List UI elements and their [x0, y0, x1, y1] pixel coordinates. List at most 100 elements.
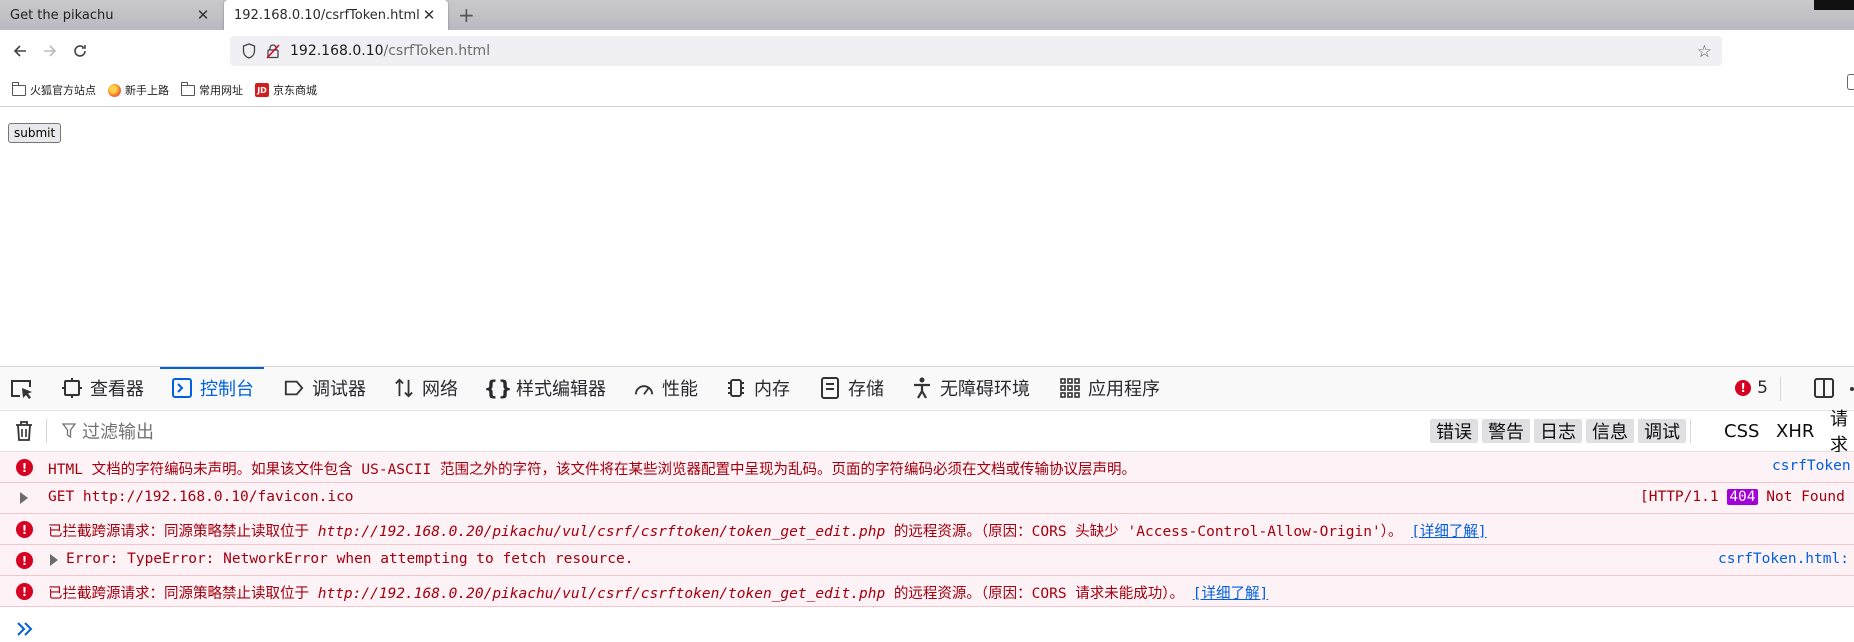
- close-icon[interactable]: ✕: [420, 6, 438, 24]
- error-icon: !: [16, 552, 33, 569]
- navigation-bar: 192.168.0.10/csrfToken.html ☆: [0, 30, 1854, 90]
- tab-title: Get the pikachu: [10, 7, 114, 23]
- extensions-icon[interactable]: [1847, 74, 1854, 90]
- message-url: http://192.168.0.20/pikachu/vul/csrf/csr…: [317, 586, 886, 602]
- tab-label: 控制台: [200, 379, 254, 400]
- filter-icon: [62, 423, 76, 439]
- filter-logs-button[interactable]: 日志: [1534, 419, 1582, 443]
- error-icon: !: [16, 459, 33, 476]
- filter-debug-button[interactable]: 调试: [1638, 419, 1686, 443]
- bookmark-star-icon[interactable]: ☆: [1697, 42, 1712, 62]
- filter-output-input[interactable]: 过滤输出: [62, 419, 154, 443]
- console-message: ! 已拦截跨源请求：同源策略禁止读取位于 http://192.168.0.20…: [0, 514, 1854, 545]
- tab-storage[interactable]: 存储: [820, 367, 884, 409]
- forward-button[interactable]: [36, 37, 64, 65]
- window-controls[interactable]: [1814, 0, 1854, 10]
- message-prefix: 已拦截跨源请求：同源策略禁止读取位于: [48, 524, 318, 540]
- bookmark-item[interactable]: JD 京东商城: [255, 82, 317, 98]
- expand-arrow-icon[interactable]: [20, 492, 28, 504]
- tab-title: 192.168.0.10/csrfToken.html: [234, 7, 420, 23]
- filter-separator: [1690, 419, 1691, 443]
- reload-button[interactable]: [66, 37, 94, 65]
- bookmark-item[interactable]: 火狐官方站点: [12, 81, 96, 98]
- url-path: /csrfToken.html: [383, 43, 491, 59]
- learn-more-link[interactable]: [详细了解]: [1193, 586, 1268, 602]
- filter-xhr-button[interactable]: XHR: [1776, 419, 1814, 443]
- learn-more-link[interactable]: [详细了解]: [1411, 524, 1486, 540]
- expand-arrow-icon[interactable]: [50, 554, 58, 566]
- tab-label: 调试器: [312, 379, 366, 400]
- tab-label: 存储: [848, 379, 884, 400]
- tab-label: 查看器: [90, 379, 144, 400]
- bookmarks-toolbar: 火狐官方站点 新手上路 常用网址 JD 京东商城: [12, 80, 329, 100]
- error-count-badge[interactable]: ! 5: [1735, 378, 1768, 398]
- tab-label: 样式编辑器: [516, 379, 606, 400]
- error-icon: !: [16, 521, 33, 538]
- bookmark-label: 常用网址: [199, 84, 243, 97]
- inspector-icon: [62, 377, 82, 399]
- bookmark-item[interactable]: 常用网址: [181, 81, 243, 98]
- url-text[interactable]: 192.168.0.10/csrfToken.html: [290, 43, 490, 59]
- close-icon[interactable]: ✕: [194, 6, 212, 24]
- tab-accessibility[interactable]: 无障碍环境: [912, 367, 1030, 409]
- tab-label: 网络: [422, 379, 458, 400]
- tab-application[interactable]: 应用程序: [1060, 367, 1160, 409]
- console-message: ! HTML 文档的字符编码未声明。如果该文件包含 US-ASCII 范围之外的…: [0, 452, 1854, 483]
- message-source-link[interactable]: csrfToken.html:: [1718, 551, 1849, 567]
- url-host: 192.168.0.10: [290, 43, 384, 59]
- error-icon: !: [1735, 380, 1752, 396]
- tab-pikachu[interactable]: Get the pikachu ✕: [0, 0, 222, 30]
- bookmark-item[interactable]: 新手上路: [108, 82, 169, 98]
- filter-css-button[interactable]: CSS: [1724, 419, 1759, 443]
- message-text: Error: TypeError: NetworkError when atte…: [66, 551, 634, 567]
- dock-side-icon[interactable]: [1814, 378, 1834, 398]
- back-button[interactable]: [6, 37, 34, 65]
- tab-inspector[interactable]: 查看器: [62, 367, 144, 409]
- tab-label: 内存: [754, 379, 790, 400]
- style-editor-icon: {}: [483, 376, 513, 400]
- devtools-toolbar: 查看器 控制台 调试器 网络 {} 样式编辑器 性能 内存 存储 无障碍环境 应…: [0, 367, 1854, 409]
- message-text: 已拦截跨源请求：同源策略禁止读取位于 http://192.168.0.20/p…: [48, 520, 1487, 541]
- filter-placeholder: 过滤输出: [82, 422, 154, 443]
- message-prefix: 已拦截跨源请求：同源策略禁止读取位于: [48, 586, 318, 602]
- tab-style-editor[interactable]: {} 样式编辑器: [483, 367, 606, 409]
- filter-info-button[interactable]: 信息: [1586, 419, 1634, 443]
- bookmark-label: 火狐官方站点: [30, 84, 96, 97]
- toolbar-separator: [1780, 377, 1781, 401]
- shield-icon[interactable]: [242, 43, 256, 59]
- tab-console[interactable]: 控制台: [160, 367, 264, 409]
- reload-icon: [74, 45, 86, 57]
- submit-button[interactable]: submit: [8, 123, 62, 143]
- tab-performance[interactable]: 性能: [634, 367, 698, 409]
- application-icon: [1060, 377, 1080, 399]
- console-message: ! 已拦截跨源请求：同源策略禁止读取位于 http://192.168.0.20…: [0, 576, 1854, 607]
- console-message[interactable]: ! Error: TypeError: NetworkError when at…: [0, 545, 1854, 576]
- accessibility-icon: [912, 377, 932, 399]
- status-badge: 404: [1727, 489, 1758, 505]
- message-text: GET http://192.168.0.10/favicon.ico: [48, 489, 354, 505]
- memory-icon: [726, 377, 746, 399]
- filter-requests-button[interactable]: 请求: [1830, 409, 1854, 456]
- message-url: http://192.168.0.20/pikachu/vul/csrf/csr…: [317, 524, 886, 540]
- new-tab-button[interactable]: +: [458, 3, 475, 27]
- tab-csrftoken[interactable]: 192.168.0.10/csrfToken.html ✕: [224, 0, 448, 30]
- console-message[interactable]: GET http://192.168.0.10/favicon.ico [HTT…: [0, 483, 1854, 514]
- firefox-icon: [108, 83, 121, 97]
- url-bar[interactable]: 192.168.0.10/csrfToken.html ☆: [230, 36, 1722, 66]
- console-prompt-icon[interactable]: [16, 619, 36, 639]
- tab-debugger[interactable]: 调试器: [284, 367, 366, 409]
- element-picker-icon[interactable]: [10, 378, 34, 400]
- more-options-icon[interactable]: [1850, 387, 1854, 391]
- insecure-lock-icon[interactable]: [266, 43, 280, 59]
- trash-icon[interactable]: [14, 420, 34, 442]
- folder-icon: [12, 81, 26, 96]
- tab-memory[interactable]: 内存: [726, 367, 790, 409]
- filter-warnings-button[interactable]: 警告: [1482, 419, 1530, 443]
- back-arrow-icon: [13, 45, 26, 57]
- bookmark-label: 京东商城: [273, 84, 317, 97]
- log-level-filters: 错误 警告 日志 信息 调试: [1430, 419, 1690, 443]
- tab-network[interactable]: 网络: [394, 367, 458, 409]
- http-suffix: Not Found: [1766, 489, 1845, 505]
- filter-errors-button[interactable]: 错误: [1430, 419, 1478, 443]
- message-source-link[interactable]: csrfToken: [1772, 458, 1851, 474]
